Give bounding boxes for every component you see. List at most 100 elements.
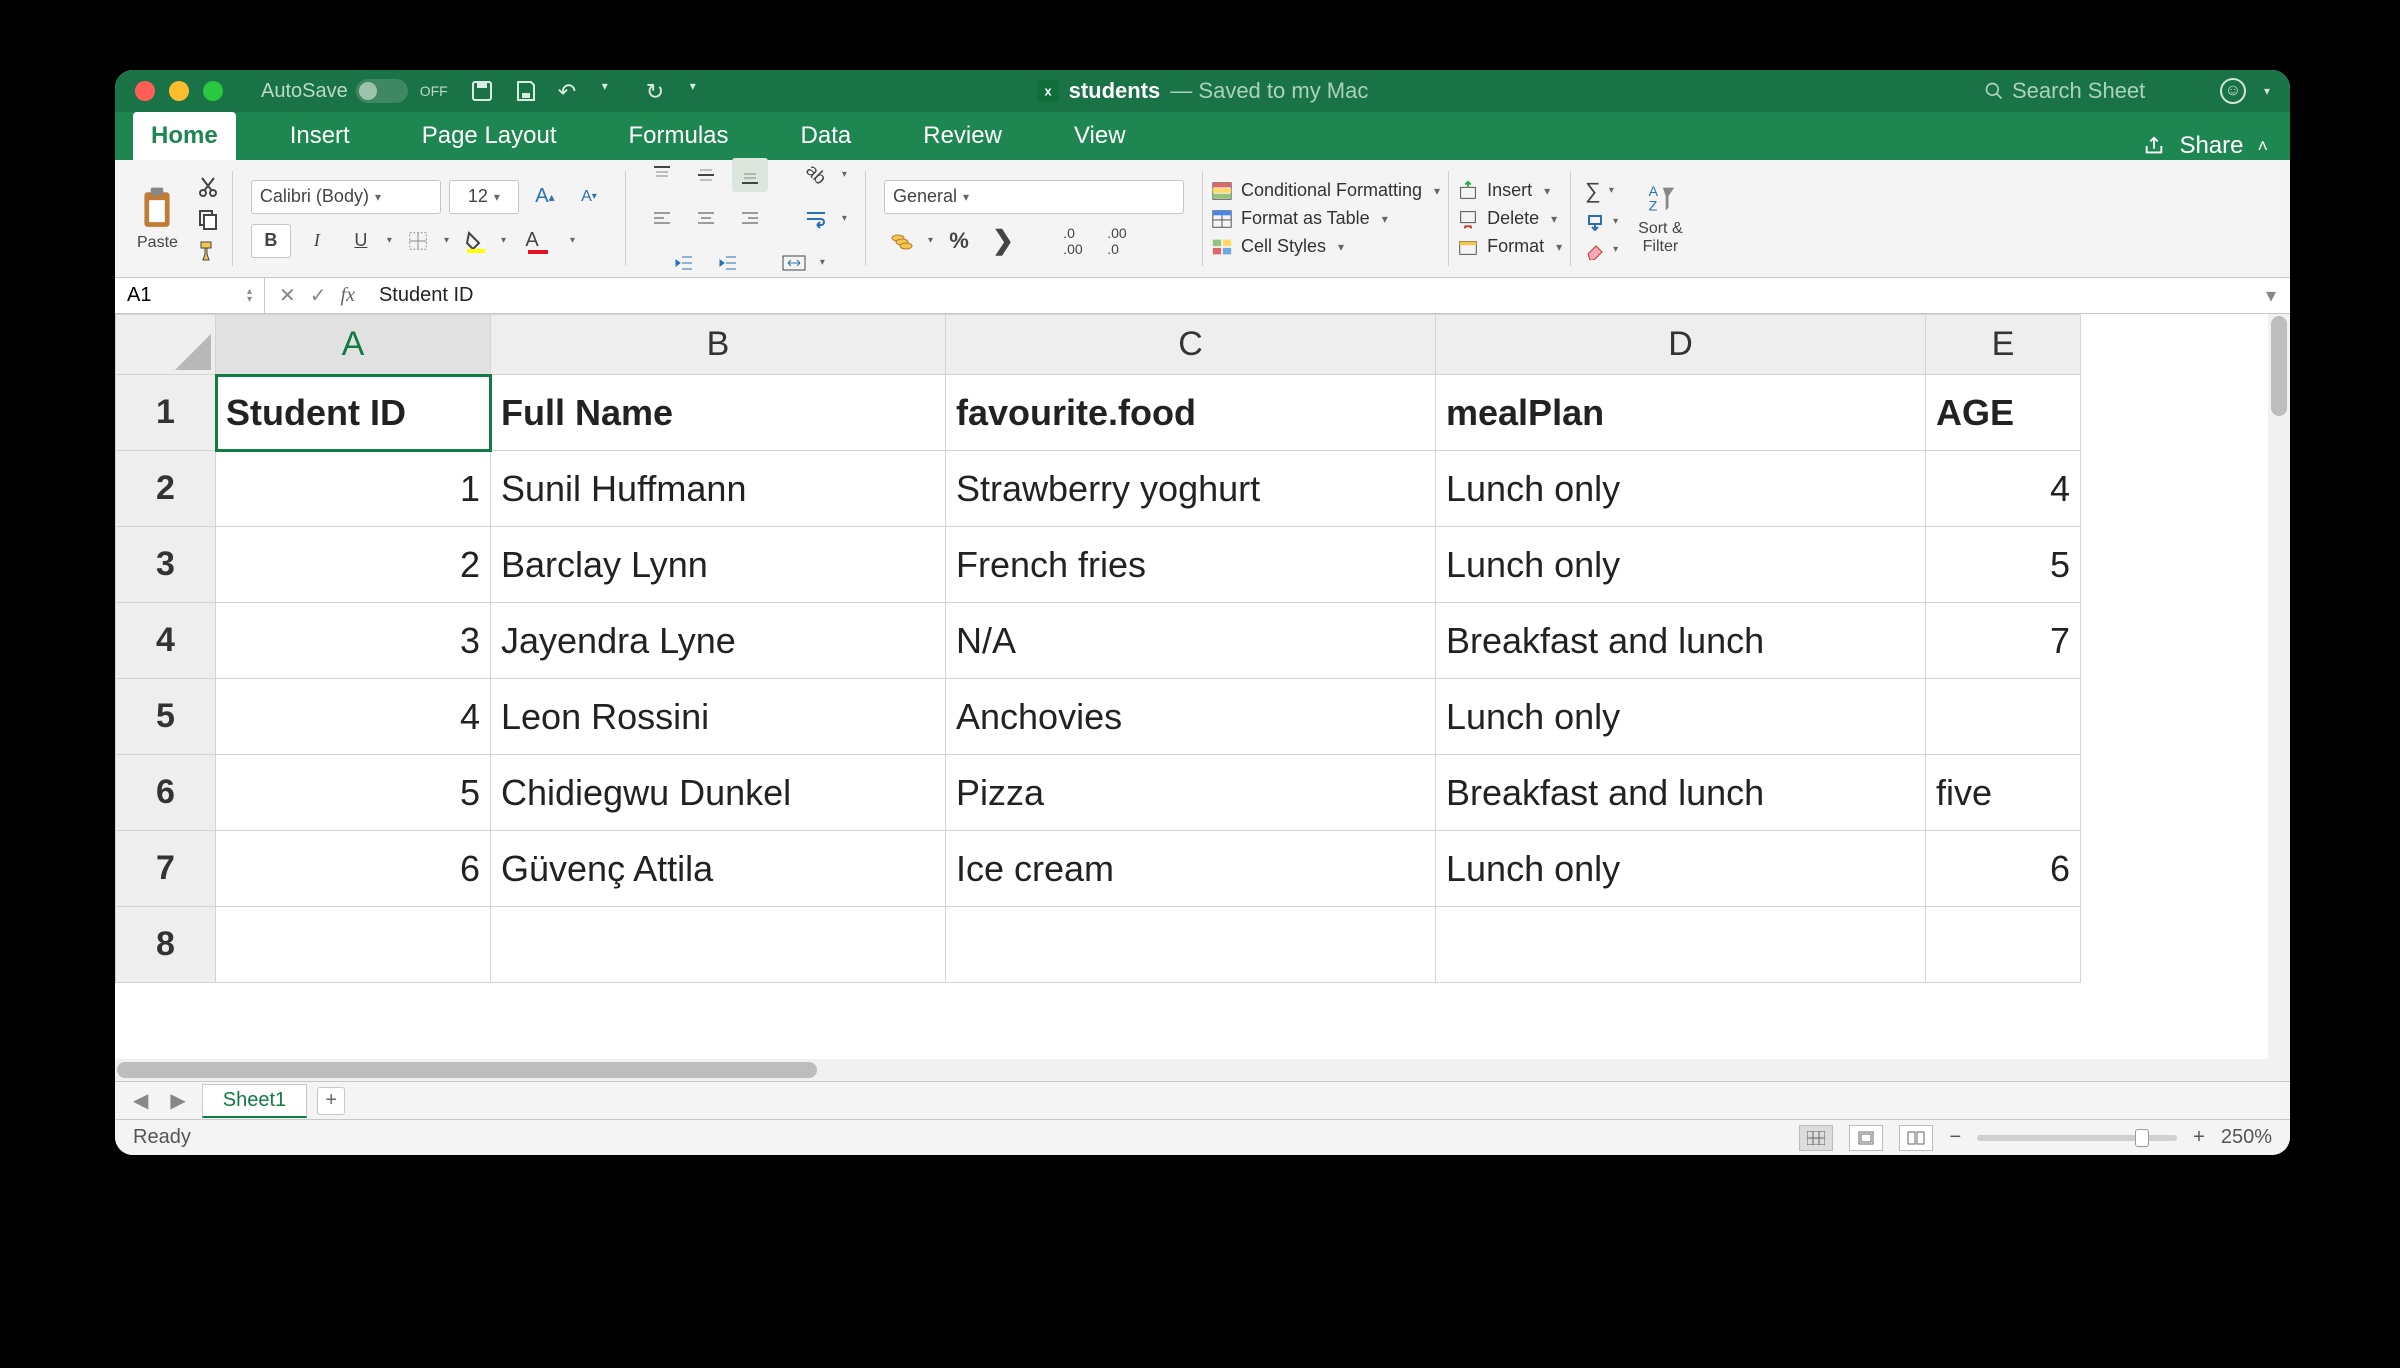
name-box[interactable]: A1 ▴▾ — [115, 278, 265, 313]
minimize-window-button[interactable] — [169, 81, 189, 101]
cell-E3[interactable]: 5 — [1926, 527, 2081, 603]
format-as-table-button[interactable]: Format as Table▾ — [1211, 208, 1388, 230]
align-top-icon[interactable] — [644, 158, 680, 192]
expand-formula-bar-icon[interactable]: ▾ — [2266, 283, 2290, 308]
insert-cells-button[interactable]: Insert▾ — [1457, 180, 1550, 202]
cell-D4[interactable]: Breakfast and lunch — [1436, 603, 1926, 679]
tab-formulas[interactable]: Formulas — [611, 112, 747, 160]
tab-data[interactable]: Data — [783, 112, 870, 160]
search-input[interactable] — [2012, 78, 2202, 104]
cell-A3[interactable]: 2 — [216, 527, 491, 603]
borders-dropdown-icon[interactable]: ▾ — [444, 235, 449, 246]
cell-C6[interactable]: Pizza — [946, 755, 1436, 831]
redo-icon[interactable]: ↻ — [646, 79, 670, 103]
format-cells-button[interactable]: Format▾ — [1457, 236, 1562, 258]
cell-D1[interactable]: mealPlan — [1436, 375, 1926, 451]
undo-dropdown-icon[interactable]: ▾ — [602, 79, 626, 103]
page-layout-view-button[interactable] — [1849, 1125, 1883, 1151]
cell-B6[interactable]: Chidiegwu Dunkel — [491, 755, 946, 831]
align-left-icon[interactable] — [644, 202, 680, 236]
row-header-8[interactable]: 8 — [116, 907, 216, 983]
cell-B7[interactable]: Güvenç Attila — [491, 831, 946, 907]
delete-cells-button[interactable]: Delete▾ — [1457, 208, 1557, 230]
decrease-font-icon[interactable]: A▾ — [571, 180, 607, 214]
increase-indent-icon[interactable] — [710, 246, 746, 280]
formula-input[interactable]: Student ID — [369, 284, 474, 307]
conditional-formatting-button[interactable]: Conditional Formatting▾ — [1211, 180, 1440, 202]
number-format-select[interactable]: General — [884, 180, 1184, 214]
row-header-1[interactable]: 1 — [116, 375, 216, 451]
row-header-6[interactable]: 6 — [116, 755, 216, 831]
cell-D7[interactable]: Lunch only — [1436, 831, 1926, 907]
tab-review[interactable]: Review — [905, 112, 1020, 160]
cell-C4[interactable]: N/A — [946, 603, 1436, 679]
cell-A1[interactable]: Student ID — [216, 375, 491, 451]
share-button[interactable]: Share — [2179, 132, 2243, 160]
format-painter-icon[interactable] — [196, 239, 220, 263]
column-header-A[interactable]: A — [216, 315, 491, 375]
zoom-out-button[interactable]: − — [1949, 1126, 1961, 1149]
save-alt-icon[interactable] — [514, 79, 538, 103]
cell-D2[interactable]: Lunch only — [1436, 451, 1926, 527]
page-break-view-button[interactable] — [1899, 1125, 1933, 1151]
tab-insert[interactable]: Insert — [272, 112, 368, 160]
cell-C7[interactable]: Ice cream — [946, 831, 1436, 907]
spreadsheet-grid[interactable]: ABCDE1Student IDFull Namefavourite.foodm… — [115, 314, 2290, 1059]
cell-B5[interactable]: Leon Rossini — [491, 679, 946, 755]
fx-icon[interactable]: fx — [341, 284, 355, 307]
row-header-3[interactable]: 3 — [116, 527, 216, 603]
underline-dropdown-icon[interactable]: ▾ — [387, 235, 392, 246]
row-header-2[interactable]: 2 — [116, 451, 216, 527]
select-all-corner[interactable] — [116, 315, 216, 375]
decrease-decimal-icon[interactable]: .00.0 — [1099, 224, 1135, 258]
cell-B4[interactable]: Jayendra Lyne — [491, 603, 946, 679]
orientation-dropdown-icon[interactable]: ▾ — [842, 169, 847, 180]
copy-icon[interactable] — [196, 207, 220, 231]
fill-down-icon[interactable] — [1585, 212, 1605, 232]
merge-dropdown-icon[interactable]: ▾ — [820, 257, 825, 268]
tab-page-layout[interactable]: Page Layout — [404, 112, 575, 160]
accept-formula-icon[interactable]: ✓ — [310, 283, 327, 308]
fill-color-dropdown-icon[interactable]: ▾ — [501, 235, 506, 246]
cell-D6[interactable]: Breakfast and lunch — [1436, 755, 1926, 831]
feedback-dropdown-icon[interactable]: ▾ — [2264, 84, 2270, 98]
save-icon[interactable] — [470, 79, 494, 103]
cancel-formula-icon[interactable]: ✕ — [279, 283, 296, 308]
cell-A4[interactable]: 3 — [216, 603, 491, 679]
cell-styles-button[interactable]: Cell Styles▾ — [1211, 236, 1344, 258]
cell-E4[interactable]: 7 — [1926, 603, 2081, 679]
cell-E1[interactable]: AGE — [1926, 375, 2081, 451]
cell-E7[interactable]: 6 — [1926, 831, 2081, 907]
feedback-button[interactable]: ☺ — [2220, 78, 2246, 104]
cell-E6[interactable]: five — [1926, 755, 2081, 831]
row-header-7[interactable]: 7 — [116, 831, 216, 907]
align-right-icon[interactable] — [732, 202, 768, 236]
cell-A7[interactable]: 6 — [216, 831, 491, 907]
percent-format-icon[interactable]: % — [941, 224, 977, 258]
italic-button[interactable]: I — [299, 224, 335, 258]
tab-view[interactable]: View — [1056, 112, 1144, 160]
add-sheet-button[interactable]: + — [317, 1087, 345, 1115]
next-sheet-button[interactable]: ▶ — [164, 1088, 191, 1113]
undo-icon[interactable]: ↶ — [558, 79, 582, 103]
accounting-dropdown-icon[interactable]: ▾ — [928, 235, 933, 246]
comma-format-icon[interactable]: ❯ — [985, 224, 1021, 258]
underline-button[interactable]: U — [343, 224, 379, 258]
wrap-text-icon[interactable] — [798, 202, 834, 236]
cell-B3[interactable]: Barclay Lynn — [491, 527, 946, 603]
horizontal-scrollbar[interactable] — [115, 1059, 2290, 1081]
cell-E5[interactable] — [1926, 679, 2081, 755]
autosum-icon[interactable]: ∑ — [1585, 178, 1601, 204]
fill-color-button[interactable] — [457, 224, 493, 258]
prev-sheet-button[interactable]: ◀ — [127, 1088, 154, 1113]
cell-C5[interactable]: Anchovies — [946, 679, 1436, 755]
autosave-toggle[interactable]: AutoSave OFF — [261, 79, 448, 103]
paste-icon[interactable] — [138, 186, 176, 230]
cell-D8[interactable] — [1436, 907, 1926, 983]
align-middle-icon[interactable] — [688, 158, 724, 192]
collapse-ribbon-icon[interactable]: ˄ — [2257, 136, 2268, 157]
close-window-button[interactable] — [135, 81, 155, 101]
merge-cells-icon[interactable] — [776, 246, 812, 280]
cut-icon[interactable] — [196, 175, 220, 199]
cell-B1[interactable]: Full Name — [491, 375, 946, 451]
